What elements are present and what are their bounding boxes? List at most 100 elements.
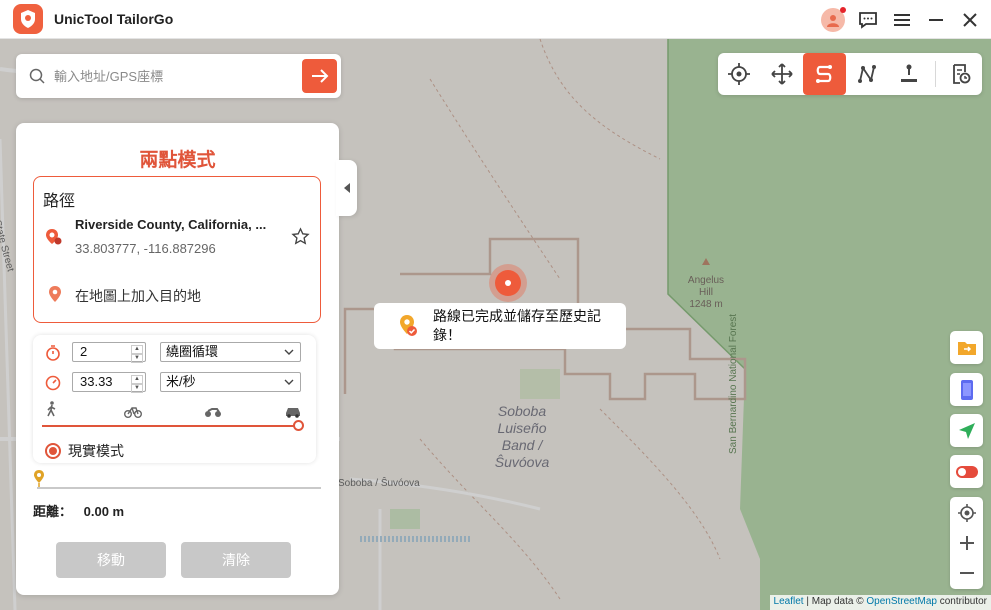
menu-button[interactable]: [891, 9, 913, 31]
chat-icon: [859, 11, 877, 29]
zoom-controls: [950, 497, 983, 589]
distance-value: 0.00 m: [83, 504, 125, 519]
navigate-button[interactable]: [950, 414, 983, 447]
timer-icon: [46, 345, 60, 361]
crosshair-icon: [728, 63, 751, 85]
osm-link[interactable]: OpenStreetMap: [866, 596, 937, 607]
speed-value: 33.33: [80, 374, 113, 389]
bicycle-icon[interactable]: [124, 403, 142, 419]
speed-stepper-arrows[interactable]: ▲ ▼: [131, 375, 143, 393]
favorite-star-icon[interactable]: [291, 227, 310, 246]
speed-unit-select[interactable]: 米/秒: [160, 372, 301, 392]
start-location-icon: [46, 229, 62, 245]
add-destination-prompt[interactable]: 在地圖上加入目的地: [75, 286, 201, 306]
start-location-coords: 33.803777, -116.887296: [75, 241, 216, 256]
move-arrows-icon: [771, 63, 793, 85]
device-button[interactable]: [950, 373, 983, 406]
search-input[interactable]: [54, 68, 284, 84]
clear-button[interactable]: 清除: [181, 542, 291, 578]
send-arrow-icon: [958, 422, 975, 439]
panel-title: 兩點模式: [139, 149, 216, 171]
route-box: 路徑 Riverside County, California, ... 33.…: [33, 176, 321, 323]
caret-left-icon: [343, 183, 350, 193]
history-button[interactable]: [939, 53, 982, 95]
pin-base-icon: [901, 64, 918, 82]
speed-slider-knob[interactable]: [293, 420, 304, 431]
current-location-marker[interactable]: [489, 264, 527, 302]
move-button[interactable]: 移動: [56, 542, 166, 578]
toolbar-divider: [934, 61, 936, 87]
progress-pin-icon[interactable]: [33, 469, 45, 487]
step-up-icon[interactable]: ▲: [131, 375, 143, 384]
car-icon[interactable]: [284, 403, 302, 419]
user-avatar[interactable]: [821, 6, 846, 32]
jump-teleport-button[interactable]: [888, 53, 931, 95]
minimize-button[interactable]: [925, 9, 947, 31]
user-icon: [827, 14, 839, 27]
feedback-button[interactable]: [857, 9, 879, 31]
minimize-icon: [929, 18, 943, 21]
map-attribution: Leaflet | Map data © OpenStreetMap contr…: [769, 595, 991, 610]
route-saved-toast: 路線已完成並儲存至歷史記錄！: [374, 303, 626, 349]
route-label: 路徑: [43, 193, 76, 210]
realistic-mode-label: 現實模式: [68, 443, 124, 459]
realistic-mode-radio[interactable]: [45, 443, 61, 459]
toggle-button[interactable]: [950, 455, 983, 488]
zoom-out-button[interactable]: [950, 558, 983, 588]
app-title: UnicTool TailorGo: [54, 11, 174, 27]
teleport-mode-button[interactable]: [718, 53, 761, 95]
speed-slider-track[interactable]: [42, 425, 300, 427]
step-down-icon[interactable]: ▼: [131, 384, 143, 393]
repeat-count-value: 2: [80, 344, 88, 359]
route-saved-icon: [400, 315, 417, 336]
leaflet-link[interactable]: Leaflet: [774, 596, 804, 607]
toggle-switch-icon: [955, 465, 978, 478]
title-bar: UnicTool TailorGo: [0, 0, 991, 39]
two-spot-mode-button[interactable]: [803, 53, 846, 95]
multi-spot-mode-button[interactable]: [846, 53, 889, 95]
minus-icon: [959, 572, 974, 574]
step-down-icon[interactable]: ▼: [131, 354, 143, 363]
start-location-name: Riverside County, California, ...: [75, 217, 267, 232]
folder-icon: [957, 341, 976, 355]
close-icon: [963, 12, 977, 27]
multi-route-icon: [857, 65, 876, 83]
realistic-mode-option[interactable]: 現實模式: [45, 441, 124, 461]
panel-collapse-button[interactable]: [336, 160, 357, 216]
destination-pin-icon: [49, 286, 61, 302]
attribution-suffix: contributor: [936, 596, 987, 607]
joystick-mode-button[interactable]: [761, 53, 804, 95]
progress-track[interactable]: [37, 487, 321, 489]
distance-label: 距離：: [33, 504, 73, 519]
locate-me-button[interactable]: [950, 498, 983, 528]
two-spot-panel: 兩點模式 路徑 Riverside County, California, ..…: [16, 123, 339, 595]
hamburger-icon: [894, 13, 910, 26]
repeat-stepper-arrows[interactable]: ▲ ▼: [131, 345, 143, 363]
motorcycle-icon[interactable]: [204, 403, 222, 419]
close-button[interactable]: [959, 9, 981, 31]
attribution-sep: | Map data ©: [803, 596, 867, 607]
step-up-icon[interactable]: ▲: [131, 345, 143, 354]
loop-mode-select[interactable]: 繞圈循環: [160, 342, 301, 362]
chevron-down-icon: [284, 349, 294, 355]
loop-mode-value: 繞圈循環: [166, 344, 219, 359]
plus-icon: [959, 536, 974, 550]
repeat-count-stepper[interactable]: 2 ▲ ▼: [72, 342, 146, 363]
speed-unit-value: 米/秒: [166, 374, 196, 389]
mode-toolbar: [718, 53, 982, 95]
arrow-right-icon: [311, 69, 328, 83]
marker-center-dot: [505, 280, 511, 286]
search-icon: [29, 68, 45, 84]
phone-icon: [960, 379, 973, 400]
import-gpx-button[interactable]: [950, 331, 983, 364]
search-go-button[interactable]: [302, 59, 337, 93]
app-logo: [13, 4, 43, 34]
locate-icon: [957, 504, 976, 522]
search-bar: [16, 54, 341, 98]
toast-message: 路線已完成並儲存至歷史記錄！: [433, 308, 601, 343]
walk-icon[interactable]: [43, 401, 61, 417]
history-doc-icon: [952, 64, 971, 84]
zoom-in-button[interactable]: [950, 528, 983, 558]
shield-logo-icon: [21, 10, 35, 28]
speed-stepper[interactable]: 33.33 ▲ ▼: [72, 372, 146, 393]
